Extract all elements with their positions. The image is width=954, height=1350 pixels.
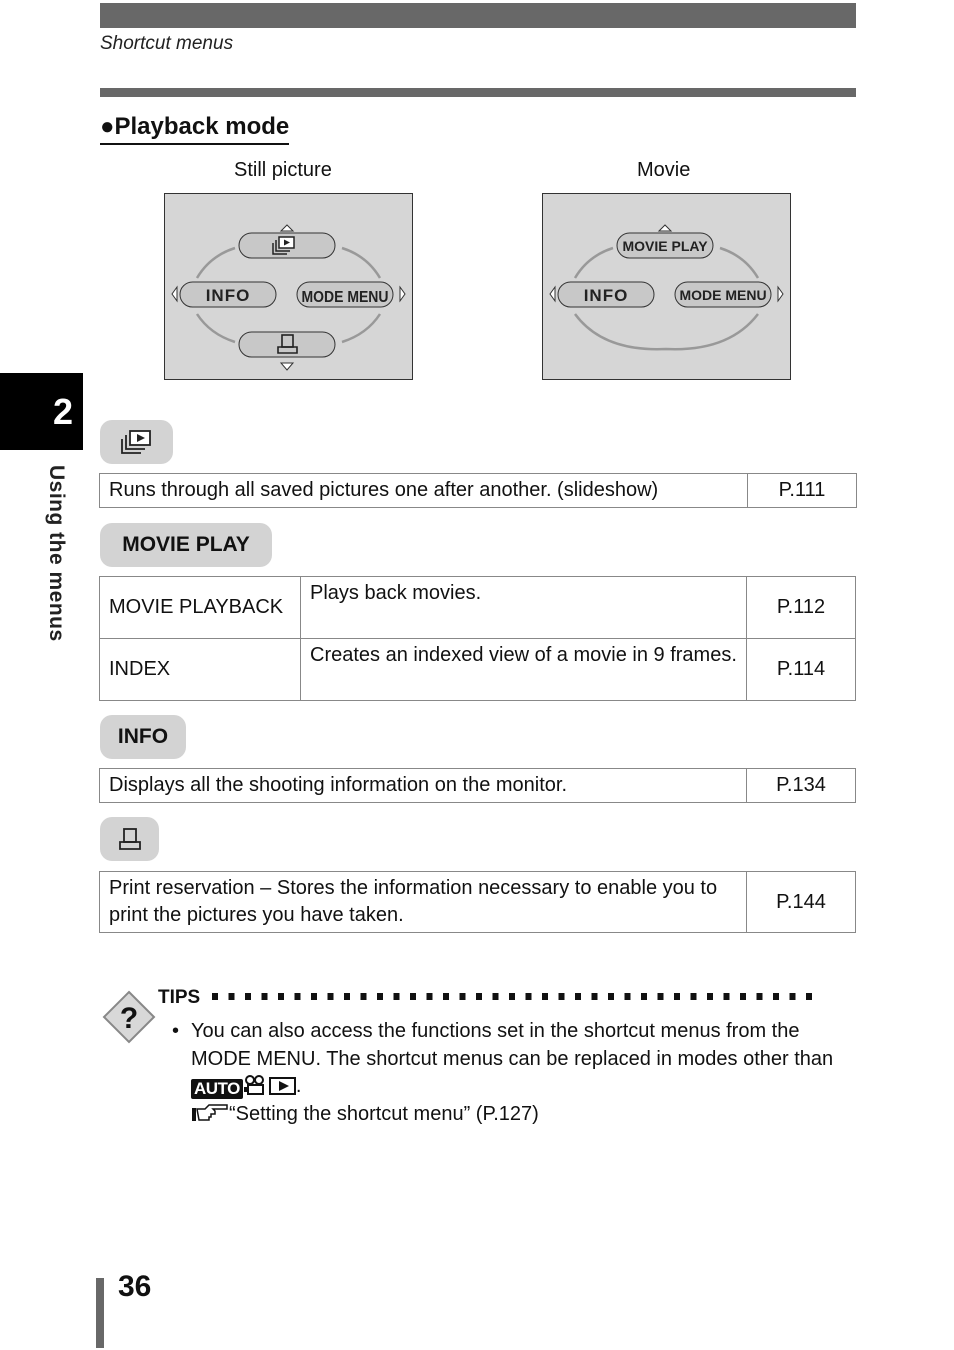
description-cell: Creates an indexed view of a movie in 9 … — [300, 638, 747, 701]
table-row: MOVIE PLAYBACK Plays back movies. P.112 — [99, 576, 856, 639]
up-arrow-icon — [279, 224, 295, 232]
still-picture-caption: Still picture — [234, 159, 332, 181]
item-name-cell: MOVIE PLAYBACK — [99, 576, 301, 639]
down-arrow-icon — [279, 362, 295, 371]
print-table: Print reservation – Stores the informati… — [99, 871, 856, 933]
reference-line: “Setting the shortcut menu” (P.127) — [191, 1101, 862, 1129]
header-bar — [100, 3, 856, 28]
page-reference: P.112 — [746, 576, 856, 639]
print-icon — [118, 828, 141, 850]
still-picture-screen: INFO MODE MENU — [164, 193, 413, 380]
movie-play-table: MOVIE PLAYBACK Plays back movies. P.112 … — [99, 576, 856, 701]
page-reference: P.114 — [746, 638, 856, 701]
pointing-hand-icon — [192, 1103, 228, 1121]
item-name-cell: INDEX — [99, 638, 301, 701]
info-label-badge: INFO — [100, 715, 186, 759]
right-arrow-icon — [399, 285, 406, 303]
mode-menu-button-label: MODE MENU — [679, 287, 766, 303]
page-reference: P.144 — [746, 871, 856, 933]
slideshow-icon — [120, 430, 151, 454]
chapter-number: 2 — [52, 391, 73, 432]
tip-text-end: . — [295, 1075, 302, 1097]
playback-icon — [268, 1077, 296, 1095]
arc-segment — [195, 313, 236, 344]
info-button-label: INFO — [206, 286, 251, 305]
movie-screen: MOVIE PLAY INFO MODE MENU — [542, 193, 791, 380]
tips-heading: TIPS — [158, 987, 201, 1008]
tip-text-block: You can also access the functions set in… — [191, 1018, 862, 1128]
tips-dotted-rule — [212, 993, 818, 1000]
arc-segment — [341, 246, 382, 279]
chapter-tab: 2 — [0, 373, 83, 450]
table-row: Displays all the shooting information on… — [99, 768, 856, 803]
tips-question-icon: ? — [102, 990, 156, 1044]
description-cell: Print reservation – Stores the informati… — [99, 871, 747, 933]
chapter-label: Using the menus — [45, 465, 68, 642]
auto-mode-icon: AUTO — [191, 1079, 243, 1099]
arc-segment — [573, 246, 614, 279]
info-button-label: INFO — [584, 286, 629, 305]
description-cell: Plays back movies. — [300, 576, 747, 639]
table-row: Print reservation – Stores the informati… — [99, 871, 856, 933]
slideshow-table: Runs through all saved pictures one afte… — [99, 473, 857, 508]
movie-play-label-badge: MOVIE PLAY — [100, 523, 272, 567]
svg-text:?: ? — [120, 1002, 138, 1035]
page-number: 36 — [118, 1270, 152, 1303]
slideshow-label-badge — [100, 420, 173, 464]
page-reference: P.134 — [746, 768, 856, 803]
arc-segment — [573, 313, 759, 351]
info-table: Displays all the shooting information on… — [99, 768, 856, 803]
description-cell: Displays all the shooting information on… — [99, 768, 747, 803]
left-arrow-icon — [549, 285, 556, 303]
movie-camera-icon — [243, 1075, 264, 1095]
still-screen-graphic: INFO MODE MENU — [171, 224, 406, 371]
movie-screen-graphic: MOVIE PLAY INFO MODE MENU — [549, 224, 784, 351]
bullet: • — [172, 1020, 180, 1042]
mode-menu-button-label: MODE MENU — [301, 288, 388, 306]
arc-segment — [341, 313, 382, 344]
reference-link[interactable]: “Setting the shortcut menu” (P.127) — [229, 1103, 539, 1125]
right-arrow-icon — [777, 285, 784, 303]
movie-caption: Movie — [637, 159, 691, 181]
arc-segment — [719, 246, 760, 279]
movie-play-button-label: MOVIE PLAY — [622, 238, 708, 254]
section-rule — [100, 88, 856, 97]
page-number-bar — [96, 1278, 104, 1348]
description-cell: Runs through all saved pictures one afte… — [99, 473, 748, 508]
print-label-badge — [100, 817, 159, 861]
page-title: ●Playback mode — [100, 113, 290, 145]
section-label: Shortcut menus — [100, 33, 234, 54]
page-reference: P.111 — [747, 473, 857, 508]
arc-segment — [195, 246, 236, 279]
tip-text: You can also access the functions set in… — [191, 1020, 834, 1070]
table-row: Runs through all saved pictures one afte… — [99, 473, 857, 508]
left-arrow-icon — [171, 285, 178, 303]
table-row: INDEX Creates an indexed view of a movie… — [99, 638, 856, 701]
up-arrow-icon — [657, 224, 673, 232]
tips-body: • You can also access the functions set … — [172, 1018, 862, 1128]
